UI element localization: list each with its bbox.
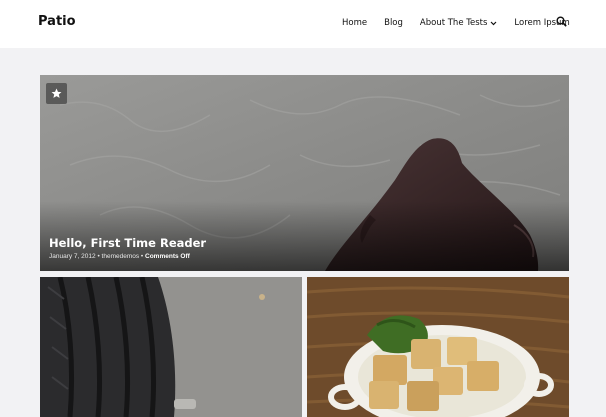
nav-item-home[interactable]: Home: [342, 18, 367, 28]
post-comments: Comments Off: [145, 253, 190, 260]
nav-item-blog[interactable]: Blog: [384, 18, 403, 28]
featured-post[interactable]: Hello, First Time Reader January 7, 2012…: [40, 75, 569, 271]
star-icon: [51, 88, 62, 98]
search-icon[interactable]: [556, 16, 567, 27]
post-card-tire[interactable]: [40, 277, 302, 417]
nav-item-about-the-tests[interactable]: About The Tests: [420, 18, 498, 28]
site-title[interactable]: Patio: [38, 14, 76, 29]
nav-item-about-label: About The Tests: [419, 18, 488, 28]
sticky-badge: [46, 83, 67, 104]
featured-post-title[interactable]: Hello, First Time Reader: [49, 236, 206, 250]
main-nav: Home Blog About The Tests Lorem Ipsum: [342, 16, 587, 30]
chevron-down-icon: [490, 21, 497, 25]
tire-image: [40, 277, 302, 417]
post-author[interactable]: themedemos: [102, 253, 140, 260]
site-header: Patio Home Blog About The Tests Lorem Ip…: [0, 0, 606, 48]
soup-image: [307, 277, 569, 417]
meta-separator: •: [140, 253, 144, 260]
featured-post-meta: January 7, 2012 • themedemos • Comments …: [49, 253, 190, 260]
post-card-soup[interactable]: [307, 277, 569, 417]
post-date[interactable]: January 7, 2012: [49, 253, 96, 260]
meta-separator: •: [97, 253, 100, 260]
